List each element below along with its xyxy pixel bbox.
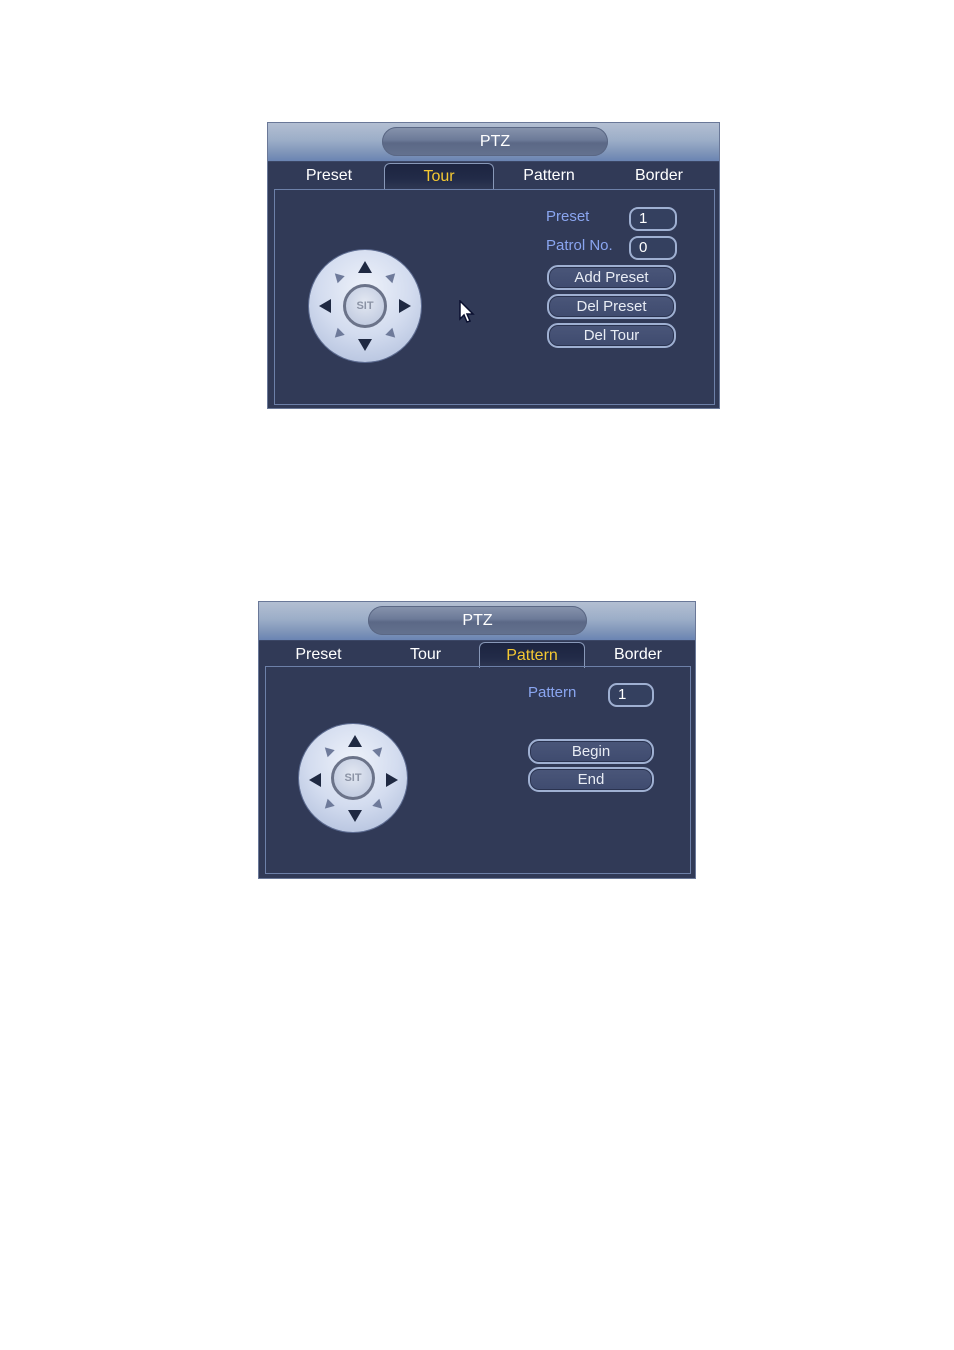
ptz-joystick[interactable]: SIT bbox=[299, 724, 407, 832]
pattern-label: Pattern bbox=[528, 684, 577, 701]
patrol-no-label: Patrol No. bbox=[546, 237, 613, 254]
arrow-down-left-icon[interactable] bbox=[321, 798, 335, 813]
title-bar: PTZ bbox=[259, 602, 695, 641]
arrow-right-icon[interactable] bbox=[386, 773, 398, 787]
arrow-down-right-icon[interactable] bbox=[372, 798, 386, 813]
del-preset-button[interactable]: Del Preset bbox=[547, 294, 676, 319]
arrow-down-icon[interactable] bbox=[358, 339, 372, 351]
tab-border[interactable]: Border bbox=[604, 163, 714, 189]
arrow-up-left-icon[interactable] bbox=[321, 743, 335, 758]
pattern-input[interactable]: 1 bbox=[608, 683, 654, 707]
arrow-up-left-icon[interactable] bbox=[331, 269, 345, 284]
arrow-right-icon[interactable] bbox=[399, 299, 411, 313]
arrow-up-icon[interactable] bbox=[348, 735, 362, 747]
tab-tour[interactable]: Tour bbox=[384, 163, 494, 189]
preset-label: Preset bbox=[546, 208, 590, 225]
mouse-cursor-icon bbox=[459, 300, 475, 323]
arrow-down-right-icon[interactable] bbox=[385, 327, 399, 342]
dialog-title: PTZ bbox=[368, 606, 587, 635]
arrow-up-right-icon[interactable] bbox=[372, 743, 386, 758]
begin-button[interactable]: Begin bbox=[528, 739, 654, 764]
tab-preset[interactable]: Preset bbox=[274, 163, 384, 189]
ptz-dialog-tour: PTZ Preset Tour Pattern Border SIT Prese… bbox=[267, 122, 720, 409]
arrow-down-left-icon[interactable] bbox=[331, 327, 345, 342]
arrow-left-icon[interactable] bbox=[319, 299, 331, 313]
ptz-dialog-pattern: PTZ Preset Tour Pattern Border SIT Patte… bbox=[258, 601, 696, 879]
add-preset-button[interactable]: Add Preset bbox=[547, 265, 676, 290]
title-bar: PTZ bbox=[268, 123, 719, 162]
tab-tour[interactable]: Tour bbox=[372, 642, 479, 668]
sit-button[interactable]: SIT bbox=[331, 756, 375, 800]
end-button[interactable]: End bbox=[528, 767, 654, 792]
arrow-down-icon[interactable] bbox=[348, 810, 362, 822]
arrow-up-icon[interactable] bbox=[358, 261, 372, 273]
arrow-up-right-icon[interactable] bbox=[385, 269, 399, 284]
arrow-left-icon[interactable] bbox=[309, 773, 321, 787]
tab-pattern[interactable]: Pattern bbox=[494, 163, 604, 189]
ptz-joystick[interactable]: SIT bbox=[309, 250, 421, 362]
patrol-no-input[interactable]: 0 bbox=[629, 236, 677, 260]
tab-pattern[interactable]: Pattern bbox=[479, 642, 585, 668]
del-tour-button[interactable]: Del Tour bbox=[547, 323, 676, 348]
tab-preset[interactable]: Preset bbox=[265, 642, 372, 668]
sit-button[interactable]: SIT bbox=[343, 284, 387, 328]
tab-border[interactable]: Border bbox=[585, 642, 691, 668]
preset-input[interactable]: 1 bbox=[629, 207, 677, 231]
dialog-title: PTZ bbox=[382, 127, 608, 156]
